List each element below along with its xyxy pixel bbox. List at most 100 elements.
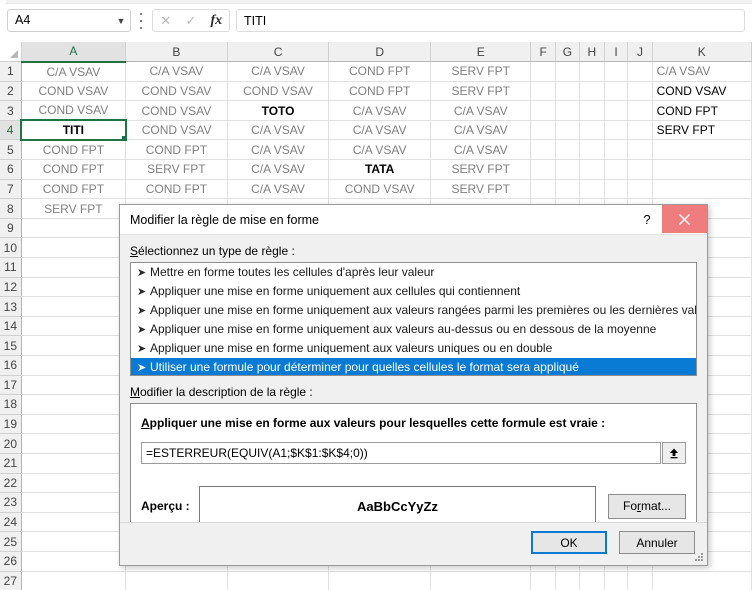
cell-E4[interactable]: C/A VSAV bbox=[430, 120, 532, 141]
row-header-20[interactable]: 20 bbox=[0, 433, 22, 454]
cell-A8[interactable]: SERV FPT bbox=[21, 198, 127, 219]
cell-K3[interactable]: COND FPT bbox=[652, 100, 752, 121]
cell-A16[interactable] bbox=[21, 355, 127, 376]
cell-G1[interactable] bbox=[555, 61, 581, 82]
row-header-6[interactable]: 6 bbox=[0, 159, 22, 180]
cell-E3[interactable]: C/A VSAV bbox=[430, 100, 532, 121]
cell-A27[interactable] bbox=[21, 571, 127, 590]
close-x-icon[interactable]: ✕ bbox=[153, 14, 178, 27]
cell-H3[interactable] bbox=[579, 100, 605, 121]
cell-A12[interactable] bbox=[21, 277, 127, 298]
row-header-15[interactable]: 15 bbox=[0, 335, 22, 356]
dialog-title-bar[interactable]: Modifier la règle de mise en forme ? bbox=[120, 205, 707, 235]
cell-D4[interactable]: C/A VSAV bbox=[328, 120, 431, 141]
cell-A26[interactable] bbox=[21, 551, 127, 572]
cell-G4[interactable] bbox=[555, 120, 581, 141]
row-header-5[interactable]: 5 bbox=[0, 139, 22, 161]
cell-B2[interactable]: COND VSAV bbox=[125, 81, 228, 102]
cell-D5[interactable]: C/A VSAV bbox=[328, 139, 431, 161]
resize-grip-icon[interactable] bbox=[694, 552, 704, 562]
cell-A18[interactable] bbox=[21, 394, 127, 415]
cell-J3[interactable] bbox=[627, 100, 653, 121]
rule-type-option-3[interactable]: ➤ Appliquer une mise en forme uniquement … bbox=[131, 320, 696, 339]
cell-K6[interactable] bbox=[652, 159, 752, 180]
cell-I4[interactable] bbox=[604, 120, 629, 141]
cell-A24[interactable] bbox=[21, 512, 127, 533]
name-box[interactable]: A4 ▼ bbox=[7, 9, 131, 32]
column-header-I[interactable]: I bbox=[604, 42, 629, 63]
row-header-10[interactable]: 10 bbox=[0, 237, 22, 259]
cell-K4[interactable]: SERV FPT bbox=[652, 120, 752, 141]
cell-A6[interactable]: COND FPT bbox=[21, 159, 127, 180]
rule-type-option-5[interactable]: ➤ Utiliser une formule pour déterminer po… bbox=[131, 358, 696, 375]
cell-A25[interactable] bbox=[21, 531, 127, 552]
row-header-12[interactable]: 12 bbox=[0, 277, 22, 298]
row-header-11[interactable]: 11 bbox=[0, 257, 22, 278]
insert-function-icon[interactable]: fx bbox=[204, 13, 229, 28]
cell-A22[interactable] bbox=[21, 473, 127, 494]
cell-F2[interactable] bbox=[530, 81, 556, 102]
cancel-button[interactable]: Annuler bbox=[619, 531, 695, 554]
cell-I2[interactable] bbox=[604, 81, 629, 102]
row-header-19[interactable]: 19 bbox=[0, 414, 22, 435]
cell-A10[interactable] bbox=[21, 237, 127, 259]
column-header-F[interactable]: F bbox=[530, 42, 556, 63]
cell-C2[interactable]: COND VSAV bbox=[227, 81, 330, 102]
ok-button[interactable]: OK bbox=[531, 531, 607, 554]
row-header-8[interactable]: 8 bbox=[0, 198, 22, 219]
rule-formula-input[interactable]: =ESTERREUR(EQUIV(A1;$K$1:$K$4;0)) bbox=[141, 442, 661, 464]
cell-A13[interactable] bbox=[21, 296, 127, 317]
rule-type-option-1[interactable]: ➤ Appliquer une mise en forme uniquement … bbox=[131, 282, 696, 301]
cell-A17[interactable] bbox=[21, 375, 127, 396]
cell-B7[interactable]: COND FPT bbox=[125, 179, 228, 200]
row-header-9[interactable]: 9 bbox=[0, 218, 22, 239]
rule-type-option-2[interactable]: ➤ Appliquer une mise en forme uniquement … bbox=[131, 301, 696, 320]
cell-D27[interactable] bbox=[328, 571, 431, 590]
cell-I27[interactable] bbox=[604, 571, 629, 590]
cell-E6[interactable]: SERV FPT bbox=[430, 159, 532, 180]
cell-G27[interactable] bbox=[555, 571, 581, 590]
cell-J5[interactable] bbox=[627, 139, 653, 161]
row-header-17[interactable]: 17 bbox=[0, 375, 22, 396]
question-mark-icon[interactable]: ? bbox=[634, 205, 660, 233]
formula-input[interactable]: TITI bbox=[236, 9, 745, 32]
cell-D2[interactable]: COND FPT bbox=[328, 81, 431, 102]
cell-G5[interactable] bbox=[555, 139, 581, 161]
cell-B4[interactable]: COND VSAV bbox=[125, 120, 228, 141]
cell-F1[interactable] bbox=[530, 61, 556, 82]
cell-A15[interactable] bbox=[21, 335, 127, 356]
cell-B1[interactable]: C/A VSAV bbox=[125, 61, 228, 82]
cell-H1[interactable] bbox=[579, 61, 605, 82]
cell-A19[interactable] bbox=[21, 414, 127, 435]
cell-F7[interactable] bbox=[530, 179, 556, 200]
close-button[interactable] bbox=[662, 205, 707, 233]
cell-I6[interactable] bbox=[604, 159, 629, 180]
column-header-H[interactable]: H bbox=[579, 42, 605, 63]
cell-B6[interactable]: SERV FPT bbox=[125, 159, 228, 180]
cell-G2[interactable] bbox=[555, 81, 581, 102]
cell-C27[interactable] bbox=[227, 571, 330, 590]
cell-A7[interactable]: COND FPT bbox=[21, 179, 127, 200]
cell-K1[interactable]: C/A VSAV bbox=[652, 61, 752, 82]
cell-C7[interactable]: C/A VSAV bbox=[227, 179, 330, 200]
row-header-2[interactable]: 2 bbox=[0, 81, 22, 102]
rule-type-listbox[interactable]: ➤ Mettre en forme toutes les cellules d'a… bbox=[130, 262, 697, 376]
cell-C5[interactable]: C/A VSAV bbox=[227, 139, 330, 161]
cell-H2[interactable] bbox=[579, 81, 605, 102]
cell-E5[interactable]: C/A VSAV bbox=[430, 139, 532, 161]
cell-J4[interactable] bbox=[627, 120, 653, 141]
cell-G7[interactable] bbox=[555, 179, 581, 200]
collapse-dialog-button[interactable] bbox=[662, 442, 686, 464]
cell-A20[interactable] bbox=[21, 433, 127, 454]
cell-A14[interactable] bbox=[21, 316, 127, 337]
checkmark-icon[interactable]: ✓ bbox=[178, 14, 203, 27]
cell-G6[interactable] bbox=[555, 159, 581, 180]
column-header-D[interactable]: D bbox=[328, 42, 431, 63]
cell-J6[interactable] bbox=[627, 159, 653, 180]
row-header-14[interactable]: 14 bbox=[0, 316, 22, 337]
column-header-E[interactable]: E bbox=[430, 42, 532, 63]
cell-E1[interactable]: SERV FPT bbox=[430, 61, 532, 82]
column-header-C[interactable]: C bbox=[227, 42, 330, 63]
cell-F4[interactable] bbox=[530, 120, 556, 141]
rule-type-option-4[interactable]: ➤ Appliquer une mise en forme uniquement … bbox=[131, 339, 696, 358]
